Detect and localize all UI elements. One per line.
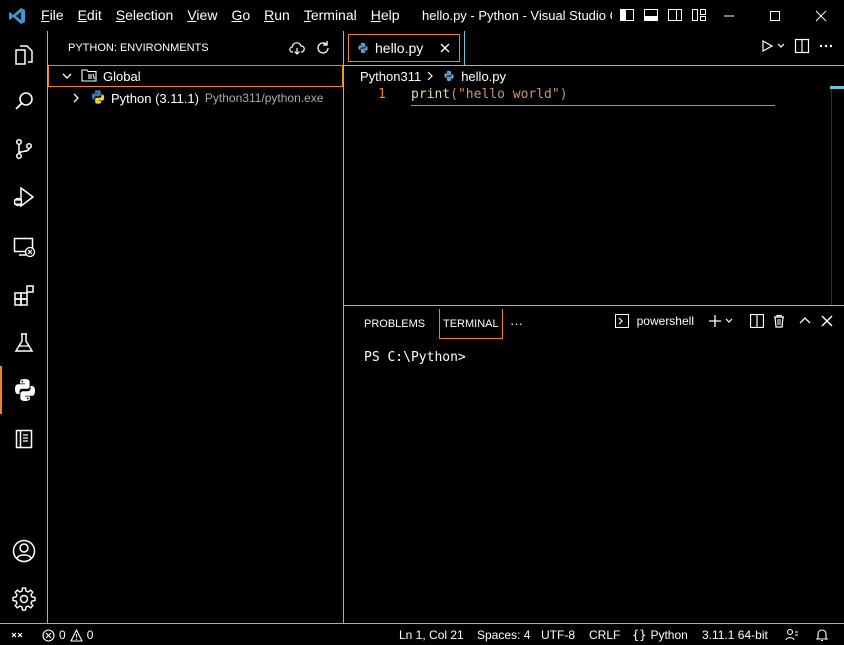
code-function: print	[411, 87, 451, 102]
source-control-icon[interactable]	[0, 125, 48, 173]
menu-selection[interactable]: Selection	[109, 0, 181, 31]
language-label: Python	[650, 628, 688, 642]
menu-view[interactable]: View	[180, 0, 224, 31]
tab-label: hello.py	[375, 40, 424, 56]
vertical-scrollbar[interactable]	[831, 86, 832, 305]
warning-count: 0	[86, 628, 94, 642]
python-file-icon	[357, 42, 369, 54]
breadcrumb: Python311 hello.py	[344, 66, 844, 86]
remote-indicator-icon[interactable]	[10, 627, 24, 643]
tab-problems[interactable]: PROBLEMS	[361, 309, 428, 339]
chevron-down-icon[interactable]	[59, 68, 75, 84]
problems-status[interactable]: 0 0	[42, 627, 93, 643]
toggle-secondary-sidebar-icon[interactable]	[664, 4, 686, 26]
settings-gear-icon[interactable]	[0, 575, 48, 623]
end-of-line[interactable]: CRLF	[589, 627, 620, 643]
trash-icon[interactable]	[772, 314, 786, 328]
folder-library-icon	[81, 68, 97, 85]
breadcrumb-folder[interactable]: Python311	[360, 69, 421, 84]
python-file-icon	[443, 70, 455, 82]
terminal-prompt[interactable]: PS C:\Python>	[364, 350, 466, 365]
code-editor[interactable]: 1 print("hello world")	[344, 86, 844, 305]
warning-icon	[69, 628, 83, 642]
editor-group: hello.py Python311 hello.py 1 print("hel…	[344, 31, 844, 305]
notifications-bell-icon[interactable]	[815, 627, 829, 643]
environment-name: Python (3.11.1)	[111, 90, 199, 106]
explorer-icon[interactable]	[0, 31, 48, 79]
toggle-panel-icon[interactable]	[640, 4, 662, 26]
environment-path: Python311/python.exe	[204, 91, 324, 105]
menu-bar: File Edit Selection View Go Run Terminal…	[34, 0, 407, 31]
run-and-debug-icon[interactable]	[0, 173, 48, 221]
search-icon[interactable]	[0, 77, 48, 125]
chevron-right-icon	[425, 71, 435, 81]
extensions-icon[interactable]	[0, 271, 48, 319]
editor-tabs: hello.py	[344, 31, 844, 66]
code-arguments: ("hello world")	[450, 87, 568, 102]
tree-item-global[interactable]: Global	[48, 65, 343, 87]
terminal-shell-name[interactable]: powershell	[637, 314, 694, 328]
tab-hello-py[interactable]: hello.py	[348, 34, 460, 62]
terminal-icon	[614, 314, 629, 328]
cloud-download-icon[interactable]	[287, 38, 307, 58]
toggle-primary-sidebar-icon[interactable]	[616, 4, 638, 26]
split-editor-icon[interactable]	[794, 38, 810, 54]
python-interpreter[interactable]: 3.11.1 64-bit	[702, 627, 768, 643]
jupyter-notebook-icon[interactable]	[0, 415, 48, 463]
menu-help[interactable]: Help	[364, 0, 407, 31]
more-actions-icon[interactable]	[818, 38, 834, 54]
run-python-file-icon[interactable]	[760, 39, 786, 53]
close-window-icon[interactable]	[798, 0, 844, 31]
bottom-panel: PROBLEMS TERMINAL ··· powershell PS C:\P…	[344, 305, 844, 623]
python-environments-sidebar: PYTHON: ENVIRONMENTS Global Python (3.11…	[48, 31, 344, 623]
breadcrumb-file[interactable]: hello.py	[461, 69, 506, 84]
line-number: 1	[378, 87, 386, 102]
braces-icon: {}	[632, 628, 647, 642]
status-bar: 0 0 Ln 1, Col 21 Spaces: 4 UTF-8 CRLF {}…	[0, 623, 844, 645]
maximize-icon[interactable]	[752, 0, 798, 31]
menu-file[interactable]: File	[34, 0, 71, 31]
current-line[interactable]: print("hello world")	[411, 86, 775, 106]
split-terminal-icon[interactable]	[750, 314, 764, 328]
overview-ruler	[830, 86, 844, 89]
error-count: 0	[59, 628, 66, 642]
remote-explorer-icon[interactable]	[0, 223, 48, 271]
close-tab-icon[interactable]	[439, 41, 451, 57]
encoding[interactable]: UTF-8	[541, 627, 575, 643]
language-mode[interactable]: {} Python	[632, 627, 688, 643]
vscode-logo-icon	[0, 0, 34, 31]
testing-icon[interactable]	[0, 319, 48, 367]
menu-terminal[interactable]: Terminal	[297, 0, 364, 31]
window-title: hello.py - Python - Visual Studio C...	[422, 8, 612, 23]
close-panel-icon[interactable]	[820, 314, 834, 328]
accounts-icon[interactable]	[0, 527, 48, 575]
panel-more-icon[interactable]: ···	[507, 309, 526, 339]
cursor-position[interactable]: Ln 1, Col 21	[399, 627, 464, 643]
tree-item-python-environment[interactable]: Python (3.11.1) Python311/python.exe	[48, 87, 343, 109]
menu-go[interactable]: Go	[224, 0, 257, 31]
python-icon[interactable]	[0, 366, 48, 414]
tab-terminal[interactable]: TERMINAL	[439, 309, 503, 339]
python-logo-icon	[90, 89, 106, 108]
tree-item-label: Global	[103, 68, 141, 84]
activity-bar	[0, 31, 48, 623]
title-bar: File Edit Selection View Go Run Terminal…	[0, 0, 844, 31]
indentation[interactable]: Spaces: 4	[477, 627, 530, 643]
minimize-icon[interactable]	[706, 0, 752, 31]
new-terminal-icon[interactable]	[708, 314, 734, 328]
menu-run[interactable]: Run	[257, 0, 297, 31]
maximize-panel-icon[interactable]	[798, 314, 812, 328]
error-icon	[42, 628, 55, 642]
menu-edit[interactable]: Edit	[71, 0, 109, 31]
feedback-icon[interactable]	[785, 627, 799, 643]
refresh-icon[interactable]	[313, 38, 333, 58]
sidebar-title: PYTHON: ENVIRONMENTS	[68, 42, 209, 54]
chevron-right-icon[interactable]	[68, 90, 84, 106]
